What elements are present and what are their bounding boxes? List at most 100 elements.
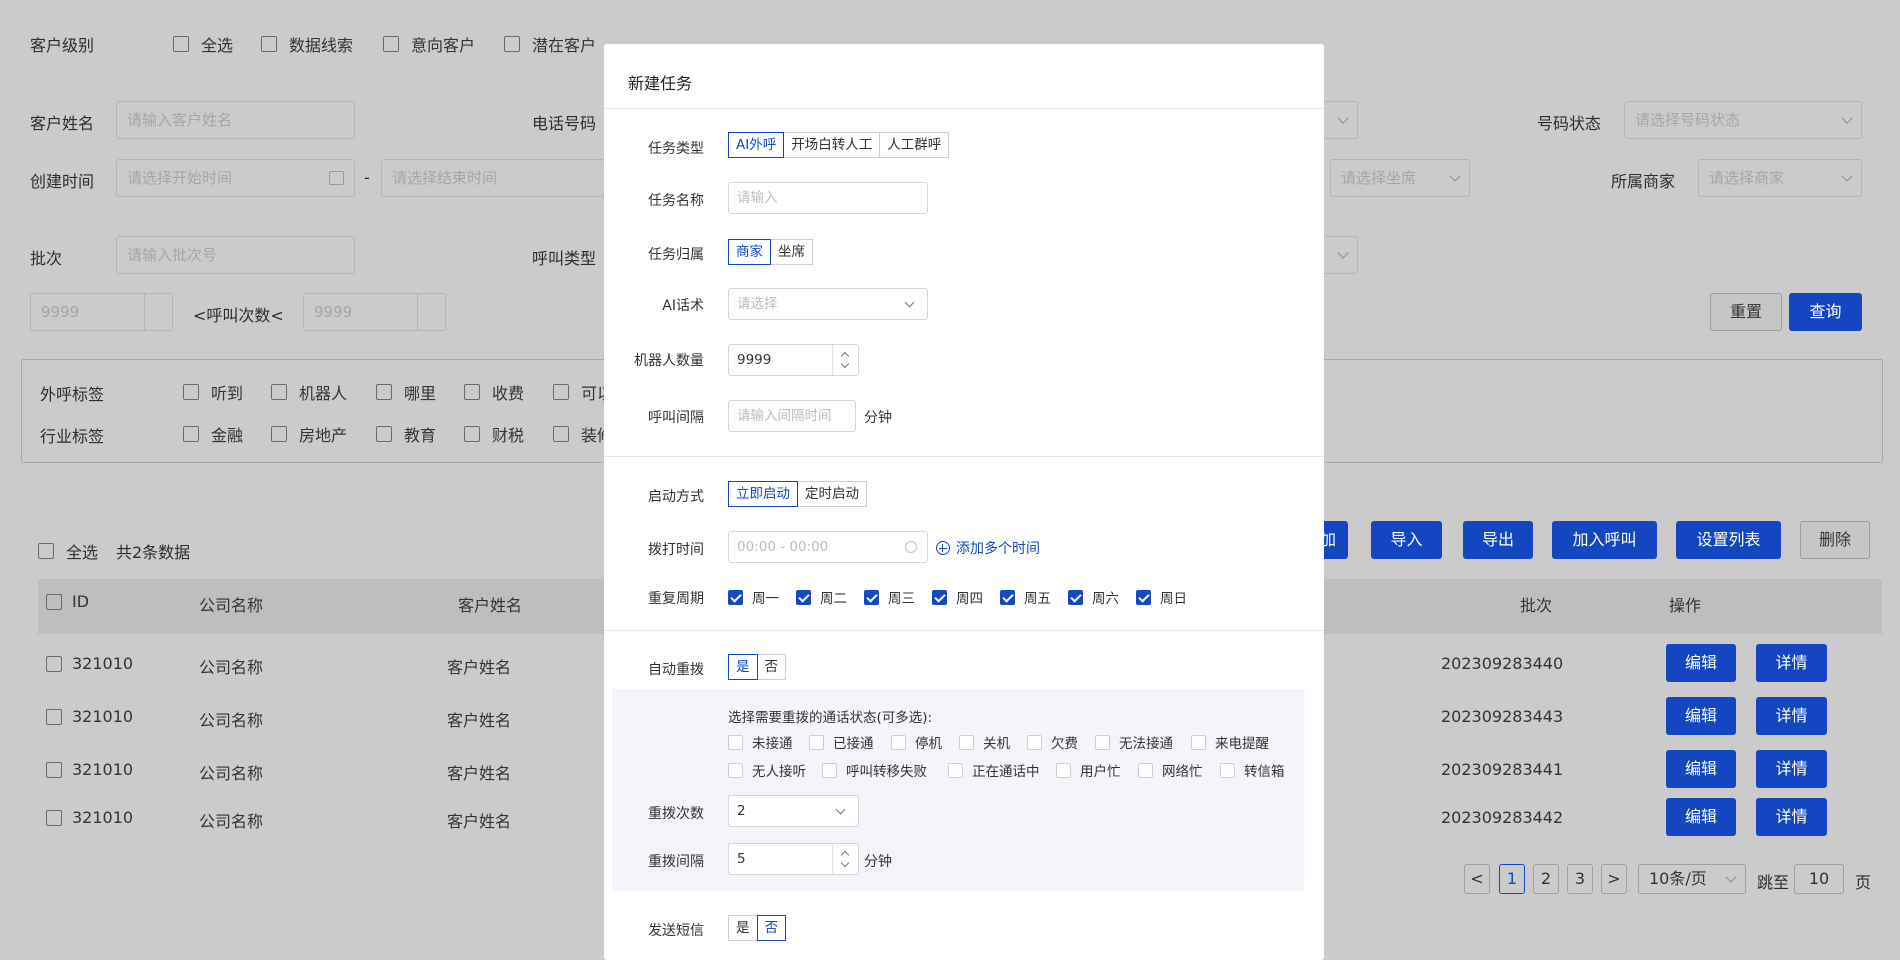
- checkbox[interactable]: [504, 36, 520, 52]
- level-option-intent[interactable]: 意向客户: [383, 32, 475, 56]
- redial-count-select[interactable]: 2: [728, 795, 859, 827]
- edit-button[interactable]: 编辑: [1666, 798, 1736, 836]
- tag-option[interactable]: 机器人: [271, 380, 347, 404]
- checkbox[interactable]: [173, 36, 189, 52]
- merchant-select[interactable]: 请选择商家: [1698, 159, 1862, 197]
- redial-interval-label: 重拨间隔: [648, 854, 704, 870]
- level-option-lead[interactable]: 数据线索: [261, 32, 353, 56]
- redial-interval-input[interactable]: 5: [728, 843, 859, 875]
- task-type-transfer[interactable]: 开场白转人工: [783, 132, 881, 158]
- auto-redial-yes[interactable]: 是: [728, 654, 758, 680]
- jump-input[interactable]: 10: [1794, 864, 1844, 894]
- redial-hint: 选择需要重拨的通话状态(可多选):: [728, 710, 933, 726]
- task-type-manual-group[interactable]: 人工群呼: [879, 132, 950, 158]
- weekday-fri[interactable]: 周五: [1000, 587, 1051, 607]
- detail-button[interactable]: 详情: [1756, 798, 1827, 836]
- redial-interval-unit: 分钟: [864, 854, 892, 870]
- level-option-potential[interactable]: 潜在客户: [504, 32, 596, 56]
- tag-option[interactable]: 教育: [376, 422, 436, 446]
- status-option[interactable]: 无法接通: [1095, 732, 1173, 752]
- script-select[interactable]: 请选择: [728, 288, 928, 320]
- page-button-3[interactable]: 3: [1567, 864, 1593, 894]
- status-option[interactable]: 欠费: [1027, 732, 1078, 752]
- auto-redial-no[interactable]: 否: [756, 654, 786, 680]
- level-option-all[interactable]: 全选: [173, 32, 233, 56]
- edit-button[interactable]: 编辑: [1666, 750, 1736, 788]
- number-status-select[interactable]: 请选择号码状态: [1624, 101, 1862, 139]
- status-option[interactable]: 关机: [959, 732, 1010, 752]
- status-option[interactable]: 来电提醒: [1191, 732, 1269, 752]
- customer-name-input[interactable]: 请输入客户姓名: [116, 101, 355, 139]
- start-scheduled[interactable]: 定时启动: [797, 481, 867, 507]
- status-option[interactable]: 呼叫转移失败: [822, 760, 927, 780]
- page-button-2[interactable]: 2: [1533, 864, 1559, 894]
- tag-option[interactable]: 哪里: [376, 380, 436, 404]
- plus-circle-icon: [936, 541, 950, 555]
- robot-count-label: 机器人数量: [634, 353, 704, 369]
- import-button[interactable]: 导入: [1371, 521, 1442, 559]
- checkbox[interactable]: [383, 36, 399, 52]
- prev-page-button[interactable]: <: [1464, 864, 1490, 894]
- detail-button[interactable]: 详情: [1756, 697, 1827, 735]
- set-columns-button[interactable]: 设置列表: [1676, 521, 1781, 559]
- edit-button[interactable]: 编辑: [1666, 644, 1736, 682]
- batch-label: 批次: [30, 249, 63, 268]
- owner-merchant[interactable]: 商家: [728, 239, 771, 265]
- auto-redial-label: 自动重拨: [648, 662, 704, 678]
- detail-button[interactable]: 详情: [1756, 644, 1827, 682]
- status-option[interactable]: 停机: [891, 732, 942, 752]
- status-option[interactable]: 无人接听: [728, 760, 806, 780]
- status-option[interactable]: 未接通: [728, 732, 793, 752]
- weekday-tue[interactable]: 周二: [796, 587, 847, 607]
- task-type-ai-call[interactable]: AI外呼: [728, 132, 785, 158]
- tag-option[interactable]: 财税: [464, 422, 524, 446]
- status-option[interactable]: 转信箱: [1220, 760, 1285, 780]
- page-button-1[interactable]: 1: [1499, 864, 1525, 894]
- select-all-rows[interactable]: 全选: [38, 539, 98, 563]
- page-size-select[interactable]: 10条/页: [1638, 864, 1746, 894]
- delete-button[interactable]: 删除: [1800, 521, 1870, 559]
- end-time-input[interactable]: 请选择结束时间: [381, 159, 605, 197]
- next-page-button[interactable]: >: [1601, 864, 1627, 894]
- tag-option[interactable]: 听到: [183, 380, 243, 404]
- checkbox[interactable]: [261, 36, 277, 52]
- weekday-mon[interactable]: 周一: [728, 587, 779, 607]
- weekday-sun[interactable]: 周日: [1136, 587, 1187, 607]
- add-call-button[interactable]: 加入呼叫: [1552, 521, 1657, 559]
- weekday-thu[interactable]: 周四: [932, 587, 983, 607]
- new-task-modal: 新建任务 任务类型 AI外呼 开场白转人工 人工群呼 任务名称 请输入 任务归属…: [604, 44, 1324, 960]
- detail-button[interactable]: 详情: [1756, 750, 1827, 788]
- seat-select[interactable]: 请选择坐席: [1330, 159, 1470, 197]
- task-name-input[interactable]: 请输入: [728, 182, 928, 214]
- start-immediate[interactable]: 立即启动: [728, 481, 798, 507]
- interval-input[interactable]: 请输入间隔时间: [728, 400, 856, 432]
- tag-option[interactable]: 金融: [183, 422, 243, 446]
- owner-seat[interactable]: 坐席: [770, 239, 813, 265]
- sms-no[interactable]: 否: [756, 915, 786, 941]
- header-checkbox[interactable]: ID: [46, 592, 89, 611]
- sms-yes[interactable]: 是: [728, 915, 758, 941]
- status-option[interactable]: 已接通: [809, 732, 874, 752]
- weekday-wed[interactable]: 周三: [864, 587, 915, 607]
- tag-option[interactable]: 收费: [464, 380, 524, 404]
- interval-label: 呼叫间隔: [648, 410, 704, 426]
- edit-button[interactable]: 编辑: [1666, 697, 1736, 735]
- reset-button[interactable]: 重置: [1710, 293, 1782, 331]
- batch-input[interactable]: 请输入批次号: [116, 236, 355, 274]
- status-option[interactable]: 网络忙: [1138, 760, 1203, 780]
- call-count-max[interactable]: 9999: [303, 293, 446, 331]
- status-option[interactable]: 用户忙: [1056, 760, 1121, 780]
- robot-count-input[interactable]: 9999: [728, 344, 859, 376]
- query-button[interactable]: 查询: [1789, 293, 1862, 331]
- stepper[interactable]: [832, 844, 858, 874]
- tag-option[interactable]: 房地产: [271, 422, 347, 446]
- stepper[interactable]: [832, 345, 858, 375]
- start-time-input[interactable]: 请选择开始时间: [116, 159, 355, 197]
- status-option[interactable]: 正在通话中: [948, 760, 1040, 780]
- interval-unit: 分钟: [864, 410, 892, 426]
- call-count-min[interactable]: 9999: [30, 293, 173, 331]
- dial-time-input[interactable]: 00:00 - 00:00: [728, 531, 928, 563]
- add-time-link[interactable]: 添加多个时间: [936, 538, 1040, 558]
- export-button[interactable]: 导出: [1463, 521, 1533, 559]
- weekday-sat[interactable]: 周六: [1068, 587, 1119, 607]
